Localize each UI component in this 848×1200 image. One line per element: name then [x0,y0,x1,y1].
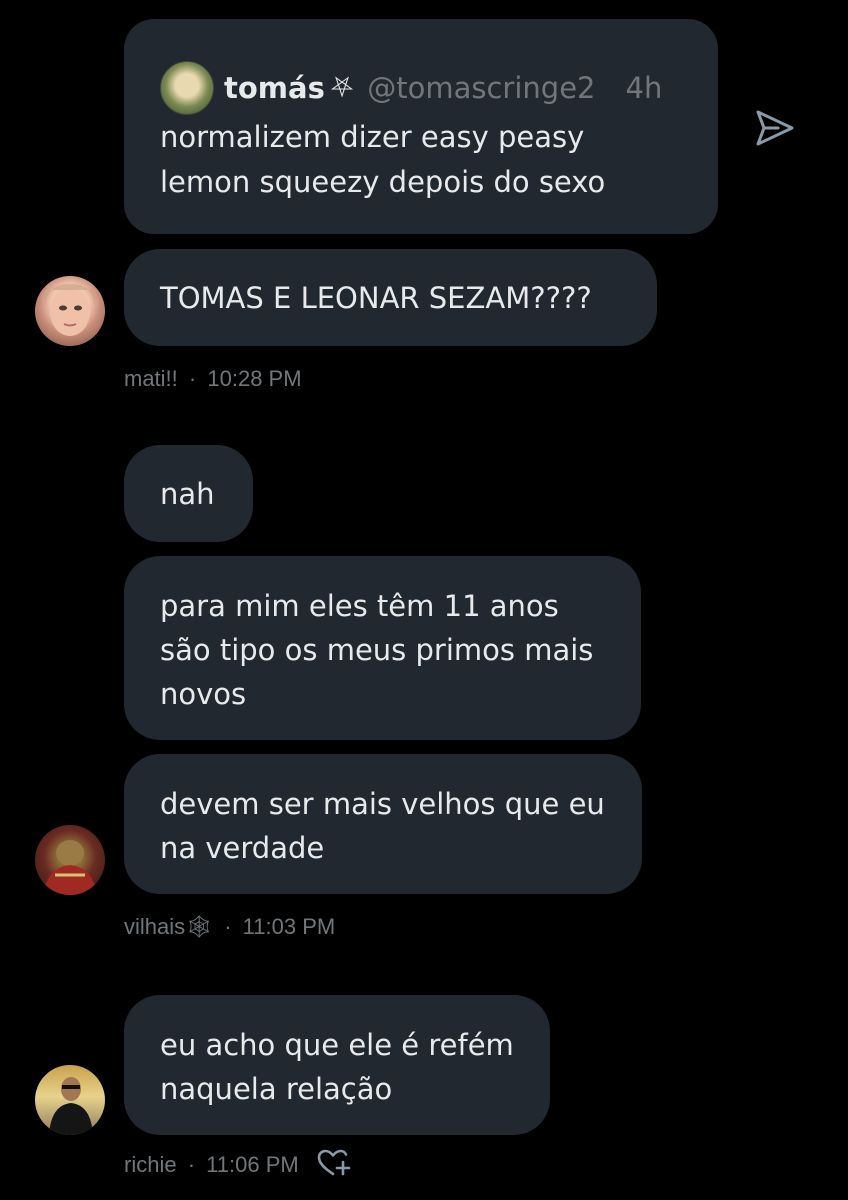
message-text: TOMAS E LEONAR SEZAM???? [160,281,592,315]
quoted-author-handle[interactable]: @tomascringe2 [367,71,595,105]
message-time: 11:06 PM [206,1152,299,1177]
message-meta: mati!! · 10:28 PM [124,366,302,392]
avatar-vilhais[interactable] [35,825,105,895]
quoted-tweet-line: lemon squeezy depois do sexo [160,165,606,199]
avatar-vilhais-figure [43,840,97,895]
quoted-tweet-text: normalizem dizer easy peasy lemon squeez… [160,115,605,205]
avatar-mati-face [45,284,95,336]
message-bubble[interactable]: eu acho que ele é refém naquela relação [124,995,550,1135]
message-bubble[interactable]: devem ser mais velhos que eu na verdade [124,754,642,894]
message-text: para mim eles têm 11 anos [160,589,559,623]
quoted-tweet-header: tomás ⛧ @tomascringe2 4h [160,61,663,115]
sender-name[interactable]: mati!! [124,366,178,392]
message-text: novos [160,677,247,711]
message-bubble[interactable]: para mim eles têm 11 anos são tipo os me… [124,556,641,740]
message-text: nah [160,477,215,511]
quoted-author-name[interactable]: tomás [224,71,325,105]
message-meta: richie · 11:06 PM [124,1152,299,1178]
avatar-richie-figure [49,1077,93,1135]
avatar-mati[interactable] [35,276,105,346]
share-icon[interactable] [754,108,796,148]
add-reaction-icon[interactable] [316,1148,352,1178]
message-time: 10:28 PM [207,366,302,391]
sender-name[interactable]: vilhais🕸 [124,914,213,940]
author-badge-icon: ⛧ [330,71,354,103]
avatar-richie[interactable] [35,1065,105,1135]
quoted-tweet-time: 4h [625,71,663,105]
message-text: devem ser mais velhos que eu [160,787,605,821]
message-text: na verdade [160,831,325,865]
message-time: 11:03 PM [242,914,336,939]
message-text: eu acho que ele é refém [160,1028,514,1062]
sender-name[interactable]: richie [124,1152,177,1178]
meta-separator: · [187,1152,196,1177]
message-text: são tipo os meus primos mais [160,633,594,667]
quoted-author-avatar[interactable] [160,61,214,115]
message-meta: vilhais🕸 · 11:03 PM [124,914,335,940]
quoted-tweet-card[interactable]: tomás ⛧ @tomascringe2 4h normalizem dize… [124,19,718,234]
message-bubble[interactable]: nah [124,445,253,542]
meta-separator: · [224,914,232,939]
quoted-tweet-line: normalizem dizer easy peasy [160,120,585,154]
message-text: naquela relação [160,1072,393,1106]
meta-separator: · [188,366,197,391]
message-bubble[interactable]: TOMAS E LEONAR SEZAM???? [124,249,657,346]
